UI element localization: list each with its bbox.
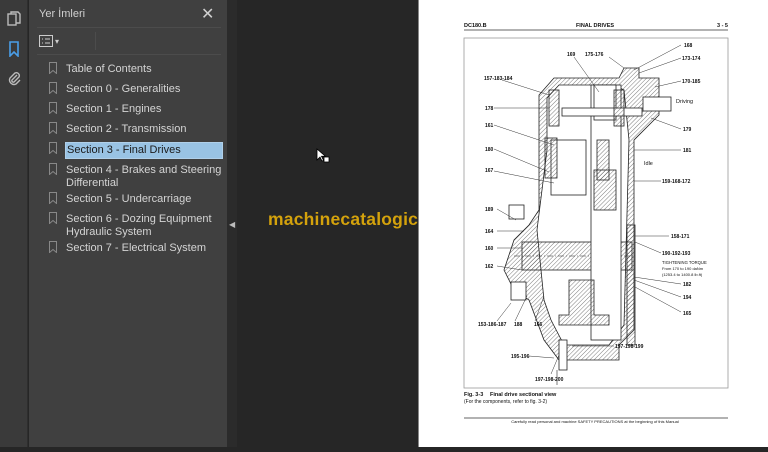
part-label: 181 bbox=[683, 148, 692, 154]
pages-icon[interactable] bbox=[6, 11, 22, 27]
torque-range-imperial: (1253.4 to 1400.8 lb.ft) bbox=[662, 272, 703, 277]
close-panel-button[interactable]: ✕ bbox=[201, 4, 214, 24]
part-label: 188 bbox=[514, 322, 523, 328]
bookmark-item[interactable]: Section 5 - Undercarriage bbox=[49, 192, 224, 207]
part-label: 167 bbox=[485, 168, 494, 174]
bookmark-item[interactable]: Section 2 - Transmission bbox=[49, 122, 224, 137]
bookmark-icon bbox=[49, 192, 57, 204]
figure-number: Fig. 3-3 bbox=[464, 392, 483, 398]
bookmark-item-selected[interactable]: Section 3 - Final Drives bbox=[49, 142, 224, 159]
torque-title: TIGHTENING TORQUE bbox=[662, 260, 707, 265]
part-label: 162 bbox=[485, 264, 494, 270]
bookmark-item[interactable]: Section 7 - Electrical System bbox=[49, 241, 224, 256]
part-label: 189 bbox=[485, 207, 494, 213]
final-drive-drawing bbox=[503, 67, 672, 385]
bookmark-icon bbox=[49, 122, 57, 134]
page-footer: Carefully read personal and machine SAFE… bbox=[511, 419, 679, 424]
bookmark-icon[interactable] bbox=[6, 41, 22, 57]
bookmark-options-button[interactable]: ▾ bbox=[39, 34, 63, 48]
chevron-down-icon: ▾ bbox=[55, 36, 60, 46]
part-label: 165 bbox=[683, 311, 692, 317]
bookmark-item[interactable]: Section 0 - Generalities bbox=[49, 82, 224, 97]
part-label: 161 bbox=[485, 123, 494, 129]
list-options-icon bbox=[39, 35, 53, 47]
attachment-icon[interactable] bbox=[6, 70, 22, 86]
part-label: 175-176 bbox=[585, 52, 604, 58]
driving-label: Driving bbox=[676, 99, 693, 105]
part-label: 168 bbox=[684, 43, 693, 49]
part-label: 159-168-172 bbox=[662, 179, 691, 185]
idle-label: Idle bbox=[644, 161, 653, 167]
part-label: 195-196 bbox=[511, 354, 530, 360]
part-label: 197-198-200 bbox=[535, 377, 564, 383]
part-label: 197-198-199 bbox=[615, 344, 644, 350]
figure-title: Final drive sectional view bbox=[490, 392, 557, 398]
part-label: 182 bbox=[683, 282, 692, 288]
part-label: 173-174 bbox=[682, 56, 701, 62]
part-label: 153-186-187 bbox=[478, 322, 507, 328]
part-label: 158-171 bbox=[671, 234, 690, 240]
divider bbox=[37, 27, 221, 28]
part-label: 169 bbox=[567, 52, 576, 58]
part-label: 164 bbox=[485, 229, 494, 235]
left-toolbar bbox=[0, 0, 28, 447]
bookmark-item[interactable]: Section 1 - Engines bbox=[49, 102, 224, 117]
document-page: DC180.B FINAL DRIVES 3 - 5 168 173-174 1… bbox=[418, 0, 768, 447]
bookmarks-panel: Yer İmleri ✕ ▾ Table of Contents Section… bbox=[29, 0, 227, 447]
figure-note: (For the components, refer to fig. 3-2) bbox=[464, 399, 547, 405]
bookmark-icon bbox=[49, 241, 57, 253]
header-left: DC180.B bbox=[464, 23, 487, 29]
header-center: FINAL DRIVES bbox=[576, 23, 614, 29]
part-label: 170-185 bbox=[682, 79, 701, 85]
bookmark-item[interactable]: Section 6 - Dozing Equipment Hydraulic S… bbox=[49, 212, 224, 240]
bookmark-icon bbox=[49, 102, 57, 114]
part-label: 160 bbox=[485, 246, 494, 252]
divider bbox=[95, 32, 96, 50]
panel-title: Yer İmleri bbox=[39, 8, 86, 20]
bookmark-icon bbox=[49, 163, 57, 175]
cursor-icon bbox=[316, 148, 330, 163]
part-label: 166 bbox=[534, 322, 543, 328]
divider bbox=[37, 54, 221, 55]
torque-range: From 170 to 190 daNm bbox=[662, 266, 704, 271]
part-label: 179 bbox=[683, 127, 692, 133]
bookmark-item[interactable]: Section 4 - Brakes and Steering Differen… bbox=[49, 163, 224, 191]
part-label: 194 bbox=[683, 295, 692, 301]
bookmark-item[interactable]: Table of Contents bbox=[49, 62, 224, 77]
bookmark-icon bbox=[49, 212, 57, 224]
collapse-panel-icon[interactable]: ◀ bbox=[229, 220, 235, 229]
part-label: 178 bbox=[485, 106, 494, 112]
header-right: 3 - 5 bbox=[717, 23, 728, 29]
bookmark-icon bbox=[49, 62, 57, 74]
bookmark-icon bbox=[49, 82, 57, 94]
bookmark-icon bbox=[49, 142, 57, 154]
part-label: 180 bbox=[485, 147, 494, 153]
part-label: 190-192-193 bbox=[662, 251, 691, 257]
part-label: 157-183-184 bbox=[484, 76, 513, 82]
